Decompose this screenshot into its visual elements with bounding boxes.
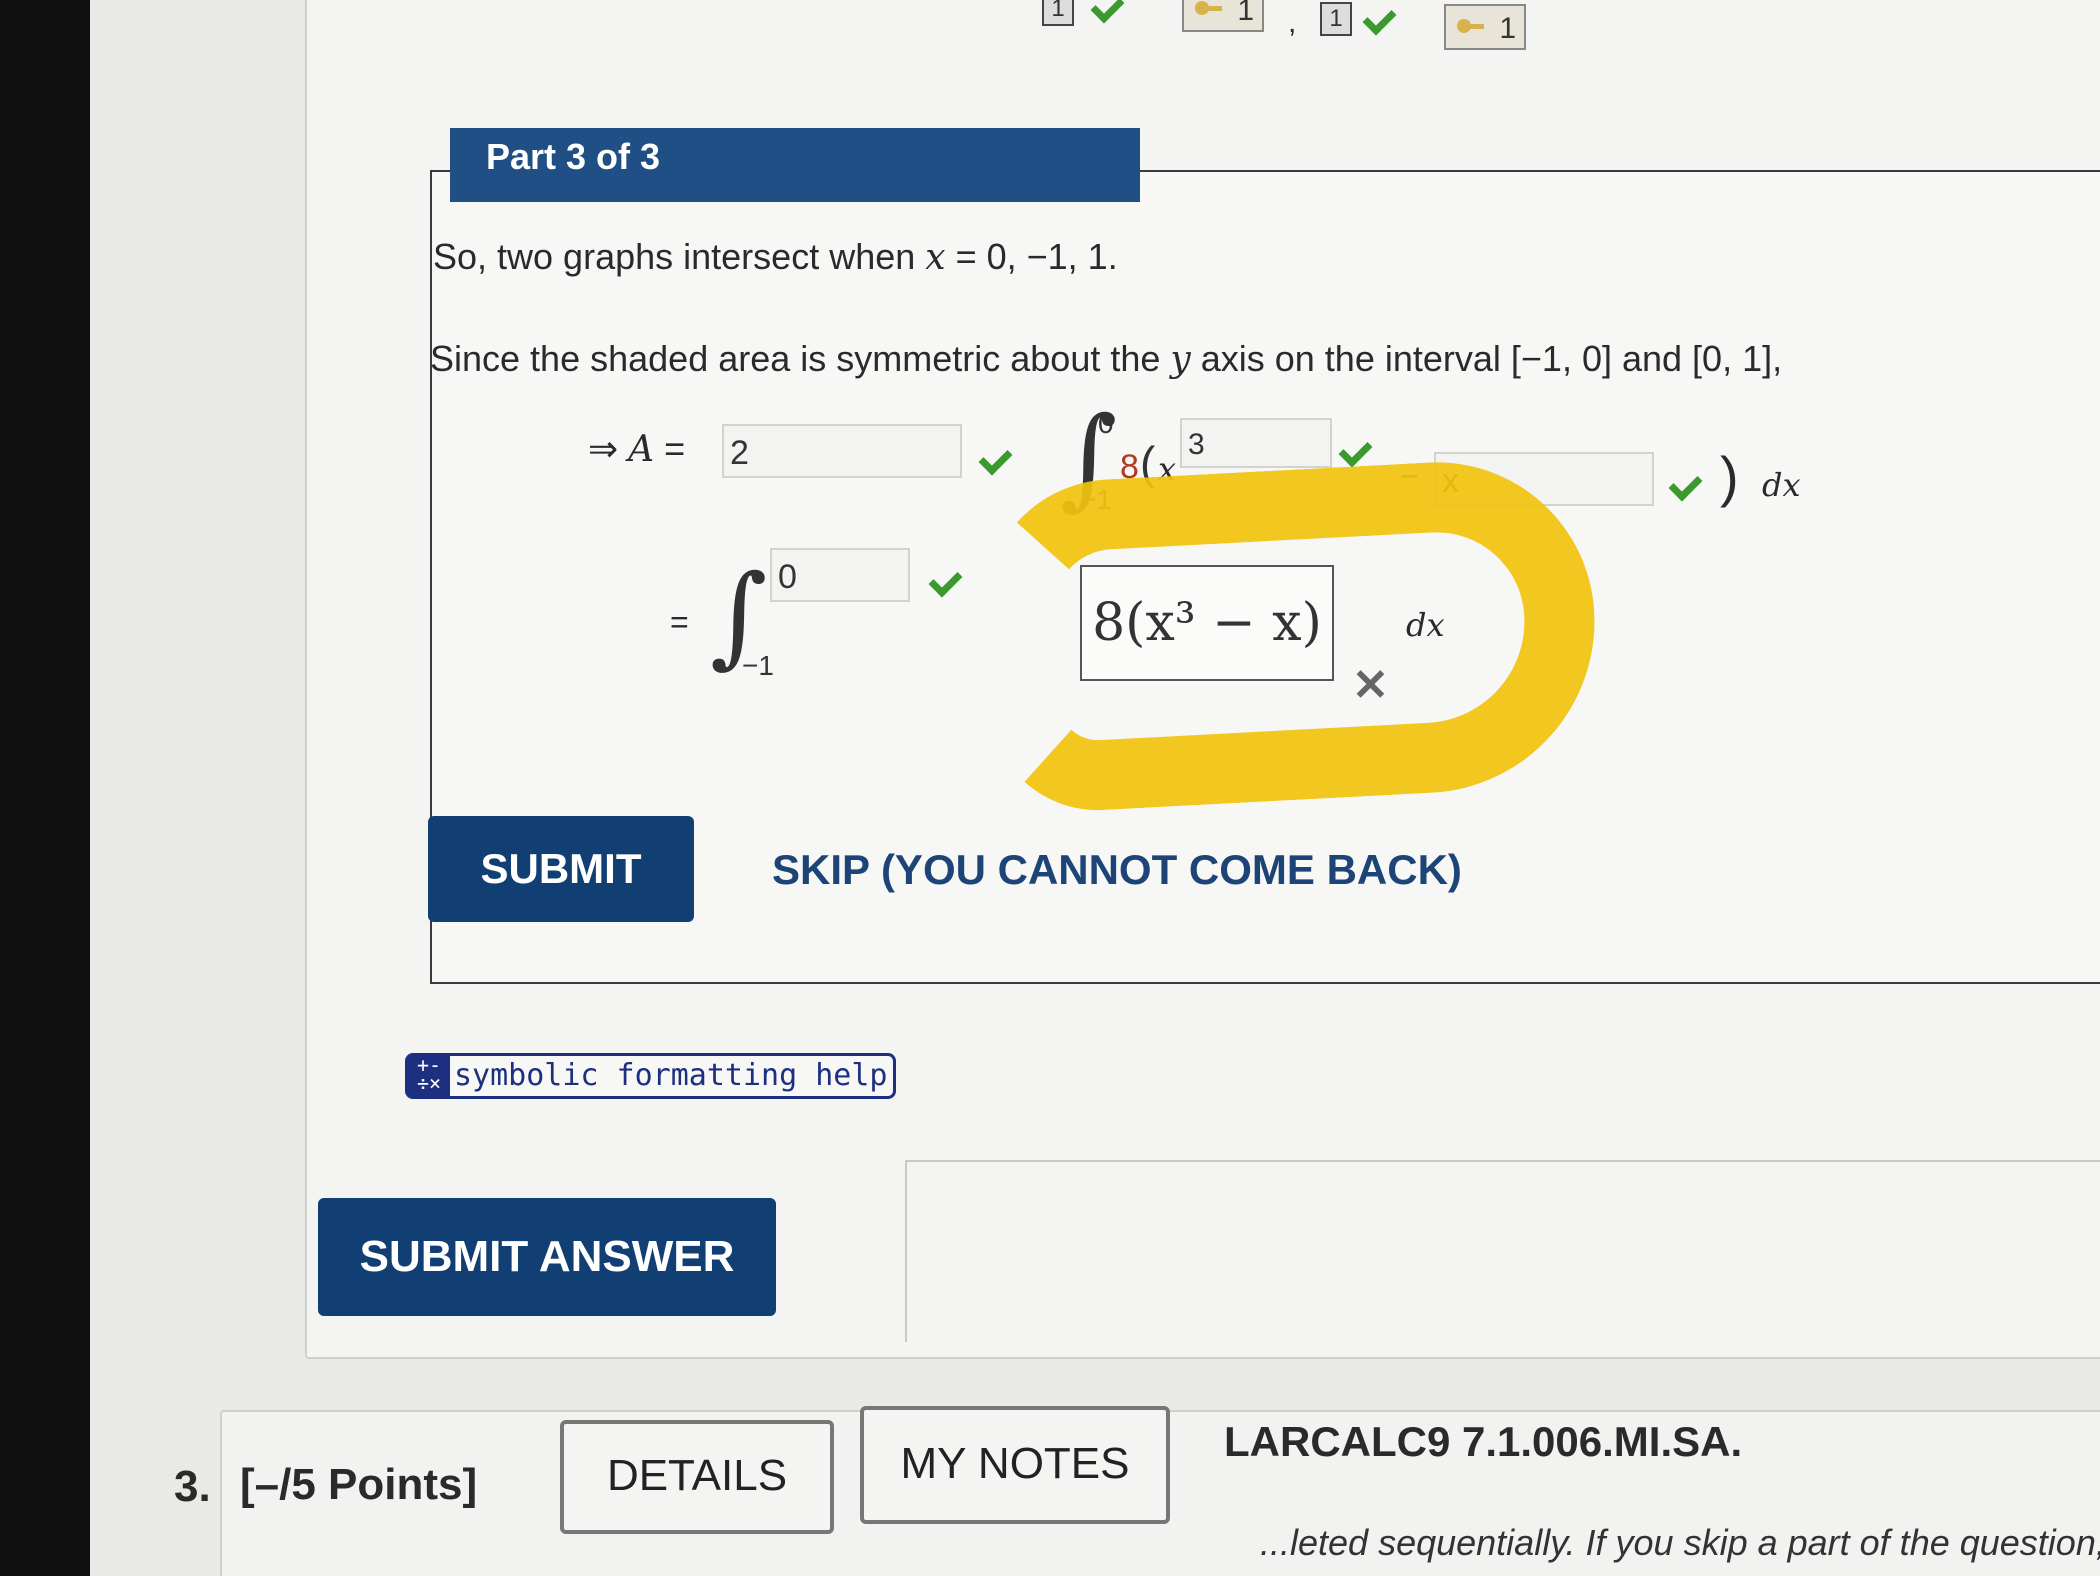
line2-var: y <box>1170 339 1191 380</box>
key-icon <box>1457 19 1484 33</box>
question-note: ...leted sequentially. If you skip a par… <box>1260 1522 2100 1563</box>
details-button[interactable]: DETAILS <box>560 1420 834 1534</box>
coefficient-input[interactable]: 2 <box>722 424 962 478</box>
screen: 1 1 , 1 1 Part 3 of 3 So, two graphs int… <box>90 0 2100 1576</box>
equals-sign: = <box>670 604 689 640</box>
implies-symbol: ⇒ <box>588 428 629 469</box>
key-icon <box>1195 1 1222 15</box>
separator-comma: , <box>1288 6 1297 39</box>
incorrect-x-icon: ✕ <box>1352 661 1389 710</box>
line2-suffix: axis on the interval [−1, 0] and [0, 1], <box>1190 338 1783 379</box>
correct-check-icon <box>1364 4 1398 30</box>
correct-check-icon <box>1340 436 1374 462</box>
correct-check-icon <box>1092 0 1126 18</box>
line2-prefix: Since the shaded area is symmetric about… <box>430 338 1171 379</box>
submit-answer-button[interactable]: SUBMIT ANSWER <box>318 1198 776 1316</box>
symbolic-formatting-help-link[interactable]: +-÷× symbolic formatting help <box>405 1053 897 1099</box>
equals: = <box>654 428 686 469</box>
submit-button[interactable]: SUBMIT <box>428 816 694 922</box>
part-header: Part 3 of 3 <box>450 128 1140 202</box>
area-equation-label: ⇒ A = <box>588 428 685 470</box>
symmetry-statement: Since the shaded area is symmetric about… <box>430 338 1782 380</box>
line1-var: x <box>925 237 946 278</box>
answer-panel-divider <box>905 1160 2100 1342</box>
line1-suffix: = 0, −1, 1. <box>945 236 1118 277</box>
key-badge[interactable]: 1 <box>1444 4 1526 50</box>
skip-link[interactable]: SKIP (YOU CANNOT COME BACK) <box>772 846 1462 894</box>
score-box: 1 <box>1320 2 1352 36</box>
question-points: [–/5 Points] <box>240 1460 478 1509</box>
correct-check-icon <box>930 566 964 592</box>
key-badge-count: 1 <box>1499 12 1516 45</box>
math-symbols-icon: +-÷× <box>408 1055 450 1096</box>
upper-limit-input[interactable]: 0 <box>770 548 910 602</box>
score-box: 1 <box>1042 0 1074 26</box>
exponent-input[interactable]: 3 <box>1180 418 1332 468</box>
correct-check-icon <box>980 444 1014 470</box>
question-number: 3. <box>174 1462 211 1511</box>
key-badge-count: 1 <box>1237 0 1254 27</box>
key-badge[interactable]: 1 <box>1182 0 1264 32</box>
line1-prefix: So, two graphs intersect when <box>433 236 926 277</box>
question-code: LARCALC9 7.1.006.MI.SA. <box>1224 1418 1743 1465</box>
integrand-answer-input[interactable]: 8(x³ − x) <box>1080 565 1334 681</box>
area-var: A <box>628 429 655 470</box>
integral-lower-limit: −1 <box>742 650 774 681</box>
integrand-close-paren: ) <box>1720 445 1739 508</box>
integral-upper-limit: 0 <box>1098 408 1114 439</box>
help-label: symbolic formatting help <box>454 1058 888 1093</box>
differential-dx: dx <box>1762 466 1801 504</box>
intersection-statement: So, two graphs intersect when x = 0, −1,… <box>433 236 1118 278</box>
my-notes-button[interactable]: MY NOTES <box>860 1406 1170 1524</box>
correct-check-icon <box>1670 470 1704 496</box>
differential-dx: dx <box>1406 606 1445 644</box>
